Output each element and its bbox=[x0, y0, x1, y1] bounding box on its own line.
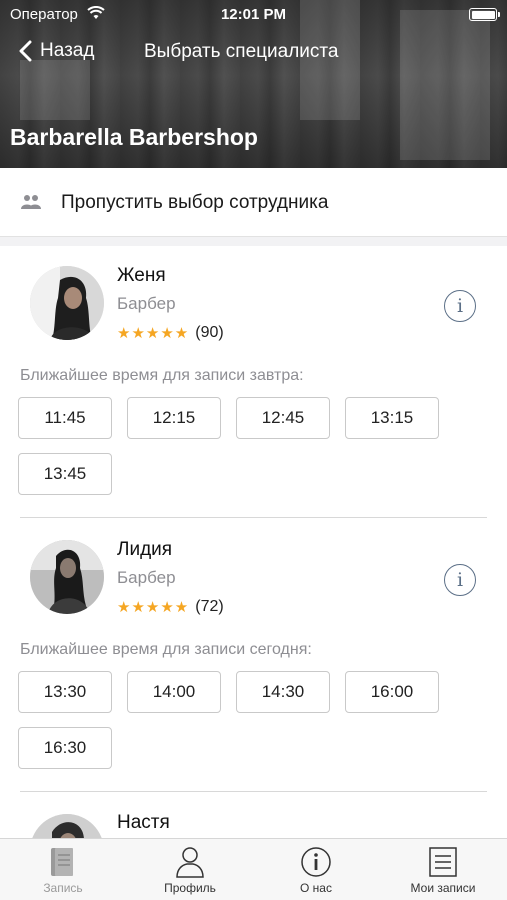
info-icon[interactable]: i bbox=[444, 564, 476, 596]
specialist-role: Барбер bbox=[117, 294, 176, 313]
time-slot[interactable]: 12:15 bbox=[127, 397, 221, 439]
nearest-time-label: Ближайшее время для записи завтра: bbox=[20, 367, 304, 384]
specialist-name: Женя bbox=[117, 265, 166, 286]
rating-stars: ★★★★★ bbox=[117, 598, 190, 616]
tab-profile[interactable]: Профиль bbox=[127, 839, 253, 900]
time-slot[interactable]: 12:45 bbox=[236, 397, 330, 439]
tab-about[interactable]: О нас bbox=[253, 839, 379, 900]
avatar bbox=[30, 540, 104, 614]
rating: ★★★★★ (72) bbox=[117, 598, 224, 616]
time-slot[interactable]: 11:45 bbox=[18, 397, 112, 439]
review-count: (90) bbox=[195, 324, 224, 341]
specialist-card[interactable]: Настя bbox=[0, 794, 507, 838]
tab-label: Запись bbox=[43, 881, 83, 895]
booking-icon bbox=[51, 848, 73, 876]
tab-label: Мои записи bbox=[410, 881, 476, 895]
avatar bbox=[30, 814, 104, 838]
specialist-name: Лидия bbox=[117, 539, 173, 560]
venue-name: Barbarella Barbershop bbox=[10, 124, 258, 150]
time-slot[interactable]: 16:00 bbox=[345, 671, 439, 713]
people-icon bbox=[21, 195, 41, 209]
time-slot[interactable]: 13:30 bbox=[18, 671, 112, 713]
page-title: Выбрать специалиста bbox=[144, 41, 339, 62]
time-slot[interactable]: 14:00 bbox=[127, 671, 221, 713]
divider bbox=[20, 791, 487, 792]
back-button[interactable]: Назад bbox=[18, 36, 94, 66]
specialist-role: Барбер bbox=[117, 568, 176, 587]
section-separator bbox=[0, 236, 507, 246]
back-label: Назад bbox=[40, 40, 95, 61]
battery-icon bbox=[469, 8, 500, 21]
tab-booking[interactable]: Запись bbox=[0, 839, 126, 900]
time-slot[interactable]: 13:45 bbox=[18, 453, 112, 495]
my-bookings-icon bbox=[429, 847, 457, 877]
info-icon bbox=[301, 847, 331, 877]
profile-icon bbox=[176, 847, 204, 878]
avatar bbox=[30, 266, 104, 340]
specialist-name: Настя bbox=[117, 812, 170, 833]
chevron-left-icon bbox=[19, 40, 32, 62]
skip-label: Пропустить выбор сотрудника bbox=[61, 192, 329, 213]
review-count: (72) bbox=[195, 598, 224, 615]
nearest-time-label: Ближайшее время для записи сегодня: bbox=[20, 641, 312, 658]
time-slot[interactable]: 14:30 bbox=[236, 671, 330, 713]
specialist-card[interactable]: Женя Барбер ★★★★★ (90) i Ближайшее время… bbox=[0, 246, 507, 518]
rating: ★★★★★ (90) bbox=[117, 324, 224, 342]
tab-label: О нас bbox=[300, 881, 332, 895]
time-slot[interactable]: 16:30 bbox=[18, 727, 112, 769]
status-bar: Оператор 12:01 PM bbox=[0, 0, 507, 28]
clock: 12:01 PM bbox=[220, 6, 287, 23]
skip-specialist-row[interactable]: Пропустить выбор сотрудника bbox=[0, 168, 507, 238]
tab-label: Профиль bbox=[164, 881, 216, 895]
divider bbox=[20, 517, 487, 518]
tab-bar: Запись Профиль О нас Мои записи bbox=[0, 838, 507, 900]
rating-stars: ★★★★★ bbox=[117, 324, 190, 342]
specialist-card[interactable]: Лидия Барбер ★★★★★ (72) i Ближайшее врем… bbox=[0, 520, 507, 792]
venue-header: Оператор 12:01 PM Назад Выбрать специали… bbox=[0, 0, 507, 168]
info-icon[interactable]: i bbox=[444, 290, 476, 322]
time-slot[interactable]: 13:15 bbox=[345, 397, 439, 439]
tab-my-bookings[interactable]: Мои записи bbox=[380, 839, 506, 900]
